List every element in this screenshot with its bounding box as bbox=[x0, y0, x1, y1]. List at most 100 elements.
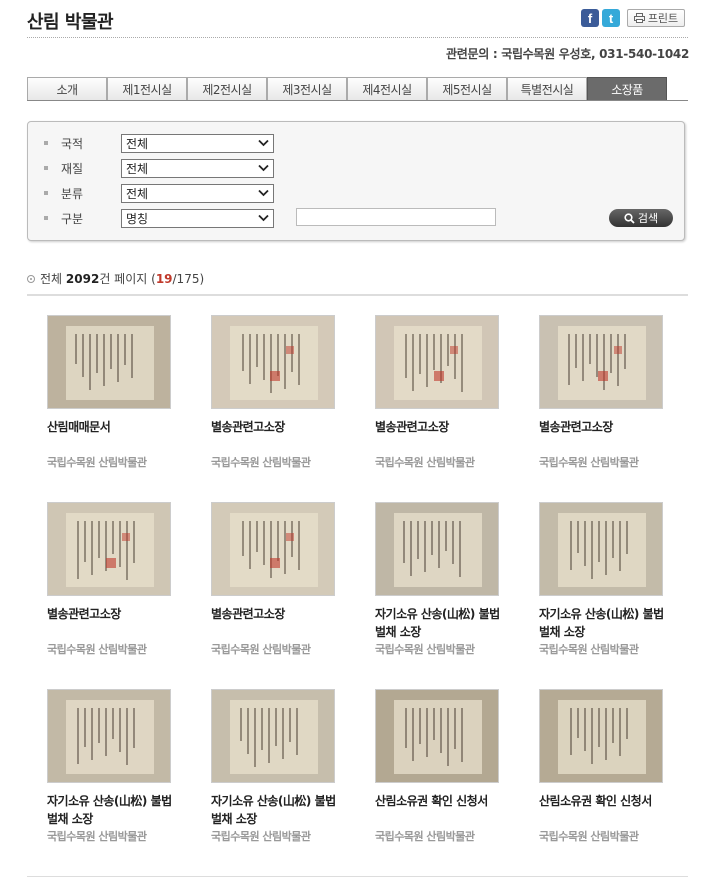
page-title: 산림 박물관 bbox=[27, 12, 114, 33]
item-organization: 국립수목원 산림박물관 bbox=[375, 643, 475, 656]
result-summary: 전체 2092 건 페이지 (19/175) bbox=[27, 270, 204, 287]
field-label: 구분 bbox=[61, 211, 84, 226]
collection-item[interactable]: 산림매매문서 국립수목원 산림박물관 bbox=[47, 315, 177, 470]
item-organization: 국립수목원 산림박물관 bbox=[375, 456, 475, 469]
item-organization: 국립수목원 산림박물관 bbox=[539, 830, 639, 843]
item-organization: 국립수목원 산림박물관 bbox=[539, 643, 639, 656]
select-value: 전체 bbox=[126, 186, 149, 201]
tab-2[interactable]: 제2전시실 bbox=[187, 77, 267, 100]
print-button[interactable]: 프린트 bbox=[627, 9, 685, 27]
collection-item[interactable]: 별송관련고소장 국립수목원 산림박물관 bbox=[539, 315, 669, 470]
contact-info: 관련문의 : 국립수목원 우성호, 031-540-1042 bbox=[445, 47, 689, 61]
select-value: 명칭 bbox=[126, 211, 149, 226]
title-divider bbox=[27, 37, 688, 38]
item-thumbnail[interactable] bbox=[539, 315, 663, 409]
collection-item[interactable]: 자기소유 산송(山松) 불법벌채 소장 국립수목원 산림박물관 bbox=[539, 502, 669, 657]
item-thumbnail[interactable] bbox=[539, 502, 663, 596]
collection-item[interactable]: 산림소유권 확인 신청서 국립수목원 산림박물관 bbox=[375, 689, 505, 844]
item-title[interactable]: 자기소유 산송(山松) 불법벌채 소장 bbox=[211, 792, 346, 828]
summary-current-page: 19 bbox=[155, 271, 173, 286]
collection-item[interactable]: 산림소유권 확인 신청서 국립수목원 산림박물관 bbox=[539, 689, 669, 844]
item-title[interactable]: 별송관련고소장 bbox=[47, 605, 182, 641]
list-bottom-divider bbox=[27, 876, 688, 877]
chevron-down-icon bbox=[258, 164, 269, 172]
field-select[interactable]: 전체 bbox=[121, 133, 274, 153]
collection-item[interactable]: 별송관련고소장 국립수목원 산림박물관 bbox=[47, 502, 177, 657]
collection-item[interactable]: 자기소유 산송(山松) 불법벌채 소장 국립수목원 산림박물관 bbox=[211, 689, 341, 844]
chevron-down-icon bbox=[258, 139, 269, 147]
tab-1[interactable]: 제1전시실 bbox=[107, 77, 187, 100]
item-thumbnail[interactable] bbox=[539, 689, 663, 783]
item-title[interactable]: 산림소유권 확인 신청서 bbox=[375, 792, 510, 828]
collection-item[interactable]: 별송관련고소장 국립수목원 산림박물관 bbox=[211, 315, 341, 470]
item-thumbnail[interactable] bbox=[211, 502, 335, 596]
item-thumbnail[interactable] bbox=[375, 689, 499, 783]
item-title[interactable]: 산림소유권 확인 신청서 bbox=[539, 792, 674, 828]
search-keyword-input[interactable] bbox=[296, 208, 496, 226]
select-value: 전체 bbox=[126, 161, 149, 176]
item-title[interactable]: 별송관련고소장 bbox=[375, 418, 510, 454]
select-value: 전체 bbox=[126, 136, 149, 151]
field-select[interactable]: 전체 bbox=[121, 183, 274, 203]
bullet-icon bbox=[44, 166, 48, 170]
tab-7[interactable]: 소장품 bbox=[587, 77, 667, 100]
chevron-down-icon bbox=[258, 214, 269, 222]
bullet-icon bbox=[44, 216, 48, 220]
tab-5[interactable]: 제5전시실 bbox=[427, 77, 507, 100]
printer-icon bbox=[633, 13, 645, 23]
search-field-row: 구분 명칭 bbox=[44, 208, 274, 228]
bullet-circle-icon bbox=[27, 274, 35, 283]
summary-total: 2092 bbox=[65, 271, 100, 286]
field-label: 분류 bbox=[61, 186, 84, 201]
summary-unit: 건 페이지 ( bbox=[99, 272, 156, 286]
item-title[interactable]: 별송관련고소장 bbox=[211, 605, 346, 641]
facebook-share-icon[interactable]: f bbox=[581, 9, 599, 27]
item-organization: 국립수목원 산림박물관 bbox=[47, 830, 147, 843]
bullet-icon bbox=[44, 191, 48, 195]
item-title[interactable]: 자기소유 산송(山松) 불법벌채 소장 bbox=[375, 605, 510, 641]
field-select[interactable]: 명칭 bbox=[121, 208, 274, 228]
item-organization: 국립수목원 산림박물관 bbox=[211, 643, 311, 656]
gallery-tabs: 소개 제1전시실 제2전시실 제3전시실 제4전시실 제5전시실 특별전시실 소장품 bbox=[27, 77, 688, 101]
item-organization: 국립수목원 산림박물관 bbox=[47, 456, 147, 469]
tab-3[interactable]: 제3전시실 bbox=[267, 77, 347, 100]
summary-prefix: 전체 bbox=[40, 272, 63, 286]
tab-4[interactable]: 제4전시실 bbox=[347, 77, 427, 100]
field-label: 재질 bbox=[61, 161, 84, 176]
list-divider bbox=[27, 294, 688, 296]
summary-total-pages: /175) bbox=[172, 271, 205, 286]
search-icon bbox=[624, 212, 635, 224]
item-thumbnail[interactable] bbox=[211, 689, 335, 783]
share-toolbar: f t 프린트 bbox=[581, 9, 685, 27]
item-title[interactable]: 별송관련고소장 bbox=[539, 418, 674, 454]
item-organization: 국립수목원 산림박물관 bbox=[375, 830, 475, 843]
chevron-down-icon bbox=[258, 189, 269, 197]
item-title[interactable]: 별송관련고소장 bbox=[211, 418, 346, 454]
collection-item[interactable]: 별송관련고소장 국립수목원 산림박물관 bbox=[211, 502, 341, 657]
tab-0[interactable]: 소개 bbox=[27, 77, 107, 100]
item-title[interactable]: 산림매매문서 bbox=[47, 418, 182, 454]
item-thumbnail[interactable] bbox=[47, 315, 171, 409]
item-organization: 국립수목원 산림박물관 bbox=[211, 456, 311, 469]
field-select[interactable]: 전체 bbox=[121, 158, 274, 178]
item-title[interactable]: 자기소유 산송(山松) 불법벌채 소장 bbox=[539, 605, 674, 641]
item-organization: 국립수목원 산림박물관 bbox=[47, 643, 147, 656]
item-organization: 국립수목원 산림박물관 bbox=[211, 830, 311, 843]
item-thumbnail[interactable] bbox=[375, 502, 499, 596]
twitter-share-icon[interactable]: t bbox=[602, 9, 620, 27]
search-field-row: 국적 전체 bbox=[44, 133, 274, 153]
item-thumbnail[interactable] bbox=[47, 502, 171, 596]
item-organization: 국립수목원 산림박물관 bbox=[539, 456, 639, 469]
tab-6[interactable]: 특별전시실 bbox=[507, 77, 587, 100]
item-thumbnail[interactable] bbox=[47, 689, 171, 783]
search-button-label: 검색 bbox=[637, 212, 659, 225]
bullet-icon bbox=[44, 141, 48, 145]
collection-item[interactable]: 별송관련고소장 국립수목원 산림박물관 bbox=[375, 315, 505, 470]
field-label: 국적 bbox=[61, 136, 84, 151]
collection-item[interactable]: 자기소유 산송(山松) 불법벌채 소장 국립수목원 산림박물관 bbox=[375, 502, 505, 657]
search-button[interactable]: 검색 bbox=[609, 209, 673, 227]
item-thumbnail[interactable] bbox=[211, 315, 335, 409]
item-thumbnail[interactable] bbox=[375, 315, 499, 409]
item-title[interactable]: 자기소유 산송(山松) 불법벌채 소장 bbox=[47, 792, 182, 828]
collection-item[interactable]: 자기소유 산송(山松) 불법벌채 소장 국립수목원 산림박물관 bbox=[47, 689, 177, 844]
